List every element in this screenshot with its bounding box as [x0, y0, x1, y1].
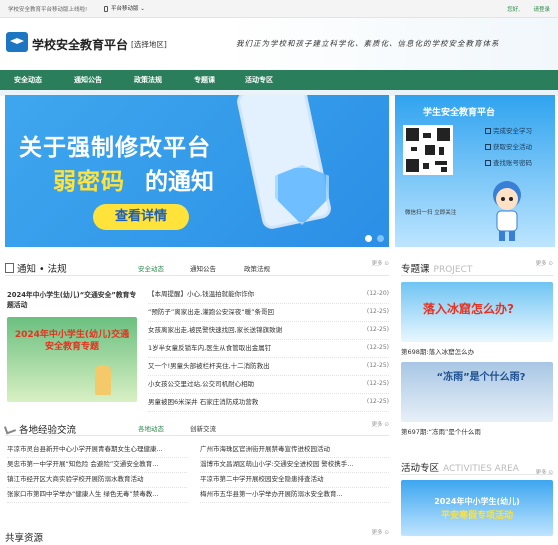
region-selector[interactable]: [选择地区] [131, 39, 167, 50]
activity-banner-line1: 2024年中小学生(幼儿) [434, 497, 520, 506]
list-item[interactable]: 吴忠市第一中学开展“知危险 会避险”交通安全教育... [7, 458, 187, 473]
activity-section-title: 活动专区 [401, 463, 440, 474]
check-icon [485, 144, 491, 150]
cartoon-boy-icon [493, 181, 521, 241]
top-bar: 学校安全教育平台移动版上线啦! 平台移动版 ⌄ 您好, 请登录 [0, 0, 558, 18]
site-name[interactable]: 学校安全教育平台 [32, 36, 128, 53]
special-section-title: 专题课 [401, 264, 430, 275]
nav-special-courses[interactable]: 专题课 [194, 75, 215, 85]
qr-code-icon [403, 125, 453, 175]
qr-panel: 学生安全教育平台 完成安全学习 获取安全活动 查找账号密码 微信扫一扫 立即关注 [395, 95, 555, 247]
qr-benefit-item: 获取安全活动 [485, 141, 532, 151]
share-section-header: 共享资源 更多 ⊙ [5, 526, 389, 544]
nav-safety-news[interactable]: 安全动态 [14, 75, 42, 85]
list-item[interactable]: 平凉市第二中学开展校园安全隐患排查活动 [200, 473, 389, 488]
banner-line3: 的通知 [145, 169, 214, 195]
activity-section-header: 活动专区 ACTIVITIES AREA 更多 ⊙ [401, 456, 553, 476]
qr-panel-title: 学生安全教育平台 [423, 108, 496, 118]
course-caption[interactable]: 第698期:落入冰窟怎么办 [401, 346, 474, 356]
nav-activities[interactable]: 活动专区 [245, 75, 273, 85]
greeting-text: 您好, [507, 7, 520, 13]
list-item[interactable]: 又一个!男童头部被栏杆夹住,十二消防救出 (12-25) [148, 358, 389, 376]
check-icon [485, 128, 491, 134]
activity-banner-line2: 平安寒假专项活动 [440, 511, 513, 521]
nav-policies[interactable]: 政策法规 [134, 75, 162, 85]
mobile-version-label: 平台移动版 [111, 6, 139, 12]
phone-icon [104, 5, 108, 12]
notice-more-link[interactable]: 更多 ⊙ [372, 259, 389, 267]
list-item[interactable]: 镇江市经开区大商实验学校开展防溺水教育活动 [7, 473, 187, 488]
course-card-ice[interactable]: 落入冰窟怎么办? [401, 282, 553, 342]
banner-line2: 弱密码 [53, 169, 125, 195]
login-link[interactable]: 请登录 [533, 5, 550, 13]
divider [401, 474, 553, 475]
special-more-link[interactable]: 更多 ⊙ [536, 259, 553, 267]
featured-banner-text: 2024年中小学生(幼儿)交通安全教育专题 [14, 330, 130, 352]
divider [401, 275, 553, 276]
course-card-text: “冻雨”是个什么雨? [436, 372, 526, 383]
hero-banner[interactable]: 关于强制修改平台 弱密码 的通知 查看详情 [5, 95, 389, 247]
nav-notices[interactable]: 通知公告 [74, 75, 102, 85]
qr-benefit-list: 完成安全学习 获取安全活动 查找账号密码 [485, 125, 532, 173]
activity-banner[interactable]: 2024年中小学生(幼儿) 平安寒假专项活动 [401, 480, 553, 536]
site-header: 学校安全教育平台 [选择地区] 我们正为学校和孩子建立科学化、素质化、信息化的学… [0, 18, 558, 70]
carousel-dot-1[interactable] [365, 235, 372, 242]
list-item[interactable]: 梅州市五华县第一小学举办开展防溺水安全教育... [200, 488, 389, 503]
list-item[interactable]: 张家口市第四中学举办“健康人生 绿色无毒”禁毒教... [7, 488, 187, 503]
list-item[interactable]: 广州市海珠区官洲街开展禁毒宣传进校园活动 [200, 443, 389, 458]
list-item[interactable]: 小女孩公交里过站,公交司机耐心相助 (12-25) [148, 376, 389, 394]
divider [5, 435, 389, 436]
exp-more-link[interactable]: 更多 ⊙ [372, 420, 389, 428]
news-list: 【本周提醒】小心,钱温拍就能你诈你 (12-20) “预防子”离家出走,灌跑公安深… [148, 286, 389, 412]
exp-list-right: 广州市海珠区官洲街开展禁毒宣传进校园活动 淄博市文昌湖区萌山小学:交通安全进校园… [200, 443, 389, 503]
qr-benefit-item: 查找账号密码 [485, 157, 532, 167]
qr-benefit-item: 完成安全学习 [485, 125, 532, 135]
main-nav: 安全动态 通知公告 政策法规 专题课 活动专区 [0, 70, 558, 90]
banner-line1: 关于强制修改平台 [19, 135, 211, 161]
traffic-police-figure [95, 365, 111, 395]
special-section-en: PROJECT [433, 265, 473, 275]
activity-section-en: ACTIVITIES AREA [443, 464, 519, 474]
divider [5, 275, 389, 276]
site-logo-icon[interactable] [6, 32, 28, 52]
course-card-freezing-rain[interactable]: “冻雨”是个什么雨? [401, 362, 553, 422]
site-slogan: 我们正为学校和孩子建立科学化、素质化、信息化的学校安全教育体系 [236, 39, 500, 48]
course-card-text: 落入冰窟怎么办? [423, 302, 514, 316]
list-item[interactable]: 淄博市文昌湖区萌山小学:交通安全进校园 警校携手... [200, 458, 389, 473]
list-item[interactable]: “预防子”离家出走,灌跑公安深夜“暖”条哥回 (12-25) [148, 304, 389, 322]
exp-list-left: 平凉市灵台县新开中心小学开展青春期女生心理健康... 吴忠市第一中学开展“知危险… [7, 443, 187, 503]
tab-innovation[interactable]: 创新交流 [190, 423, 216, 433]
mobile-version-link[interactable]: 平台移动版 ⌄ [104, 4, 145, 12]
special-section-header: 专题课 PROJECT 更多 ⊙ [401, 257, 553, 277]
leaf-icon [3, 423, 17, 434]
share-section-title: 共享资源 [5, 533, 44, 544]
mobile-launch-notice[interactable]: 学校安全教育平台移动版上线啦! [8, 5, 87, 13]
featured-news-title[interactable]: 2024年中小学生(幼儿)“交通安全”教育专题活动 [7, 290, 137, 310]
list-item[interactable]: 女孩离家出走,被民警快速找回,家长送锦旗致谢 (12-25) [148, 322, 389, 340]
list-item[interactable]: 【本周提醒】小心,钱温拍就能你诈你 (12-20) [148, 286, 389, 304]
qr-caption: 微信扫一扫 立即关注 [405, 210, 457, 216]
list-item[interactable]: 平凉市灵台县新开中心小学开展青春期女生心理健康... [7, 443, 187, 458]
featured-news-image[interactable]: 2024年中小学生(幼儿)交通安全教育专题 [7, 317, 137, 402]
list-item[interactable]: 1岁半女童反锁车内,医生从食管取出金属钉 (12-25) [148, 340, 389, 358]
list-item[interactable]: 男童被困6米深井 石家庄消防成功营救 (12-25) [148, 394, 389, 412]
tab-policies[interactable]: 政策法规 [244, 263, 270, 273]
notice-section-title: 通知 • 法规 [17, 264, 67, 275]
phone-illustration [235, 95, 333, 231]
tab-notices[interactable]: 通知公告 [190, 263, 216, 273]
course-caption[interactable]: 第697期:“冻雨”是个什么雨 [401, 426, 481, 436]
share-more-link[interactable]: 更多 ⊙ [372, 528, 389, 536]
document-icon [5, 262, 14, 273]
check-icon [485, 160, 491, 166]
view-details-button[interactable]: 查看详情 [93, 204, 189, 230]
carousel-dot-2[interactable] [377, 235, 384, 242]
